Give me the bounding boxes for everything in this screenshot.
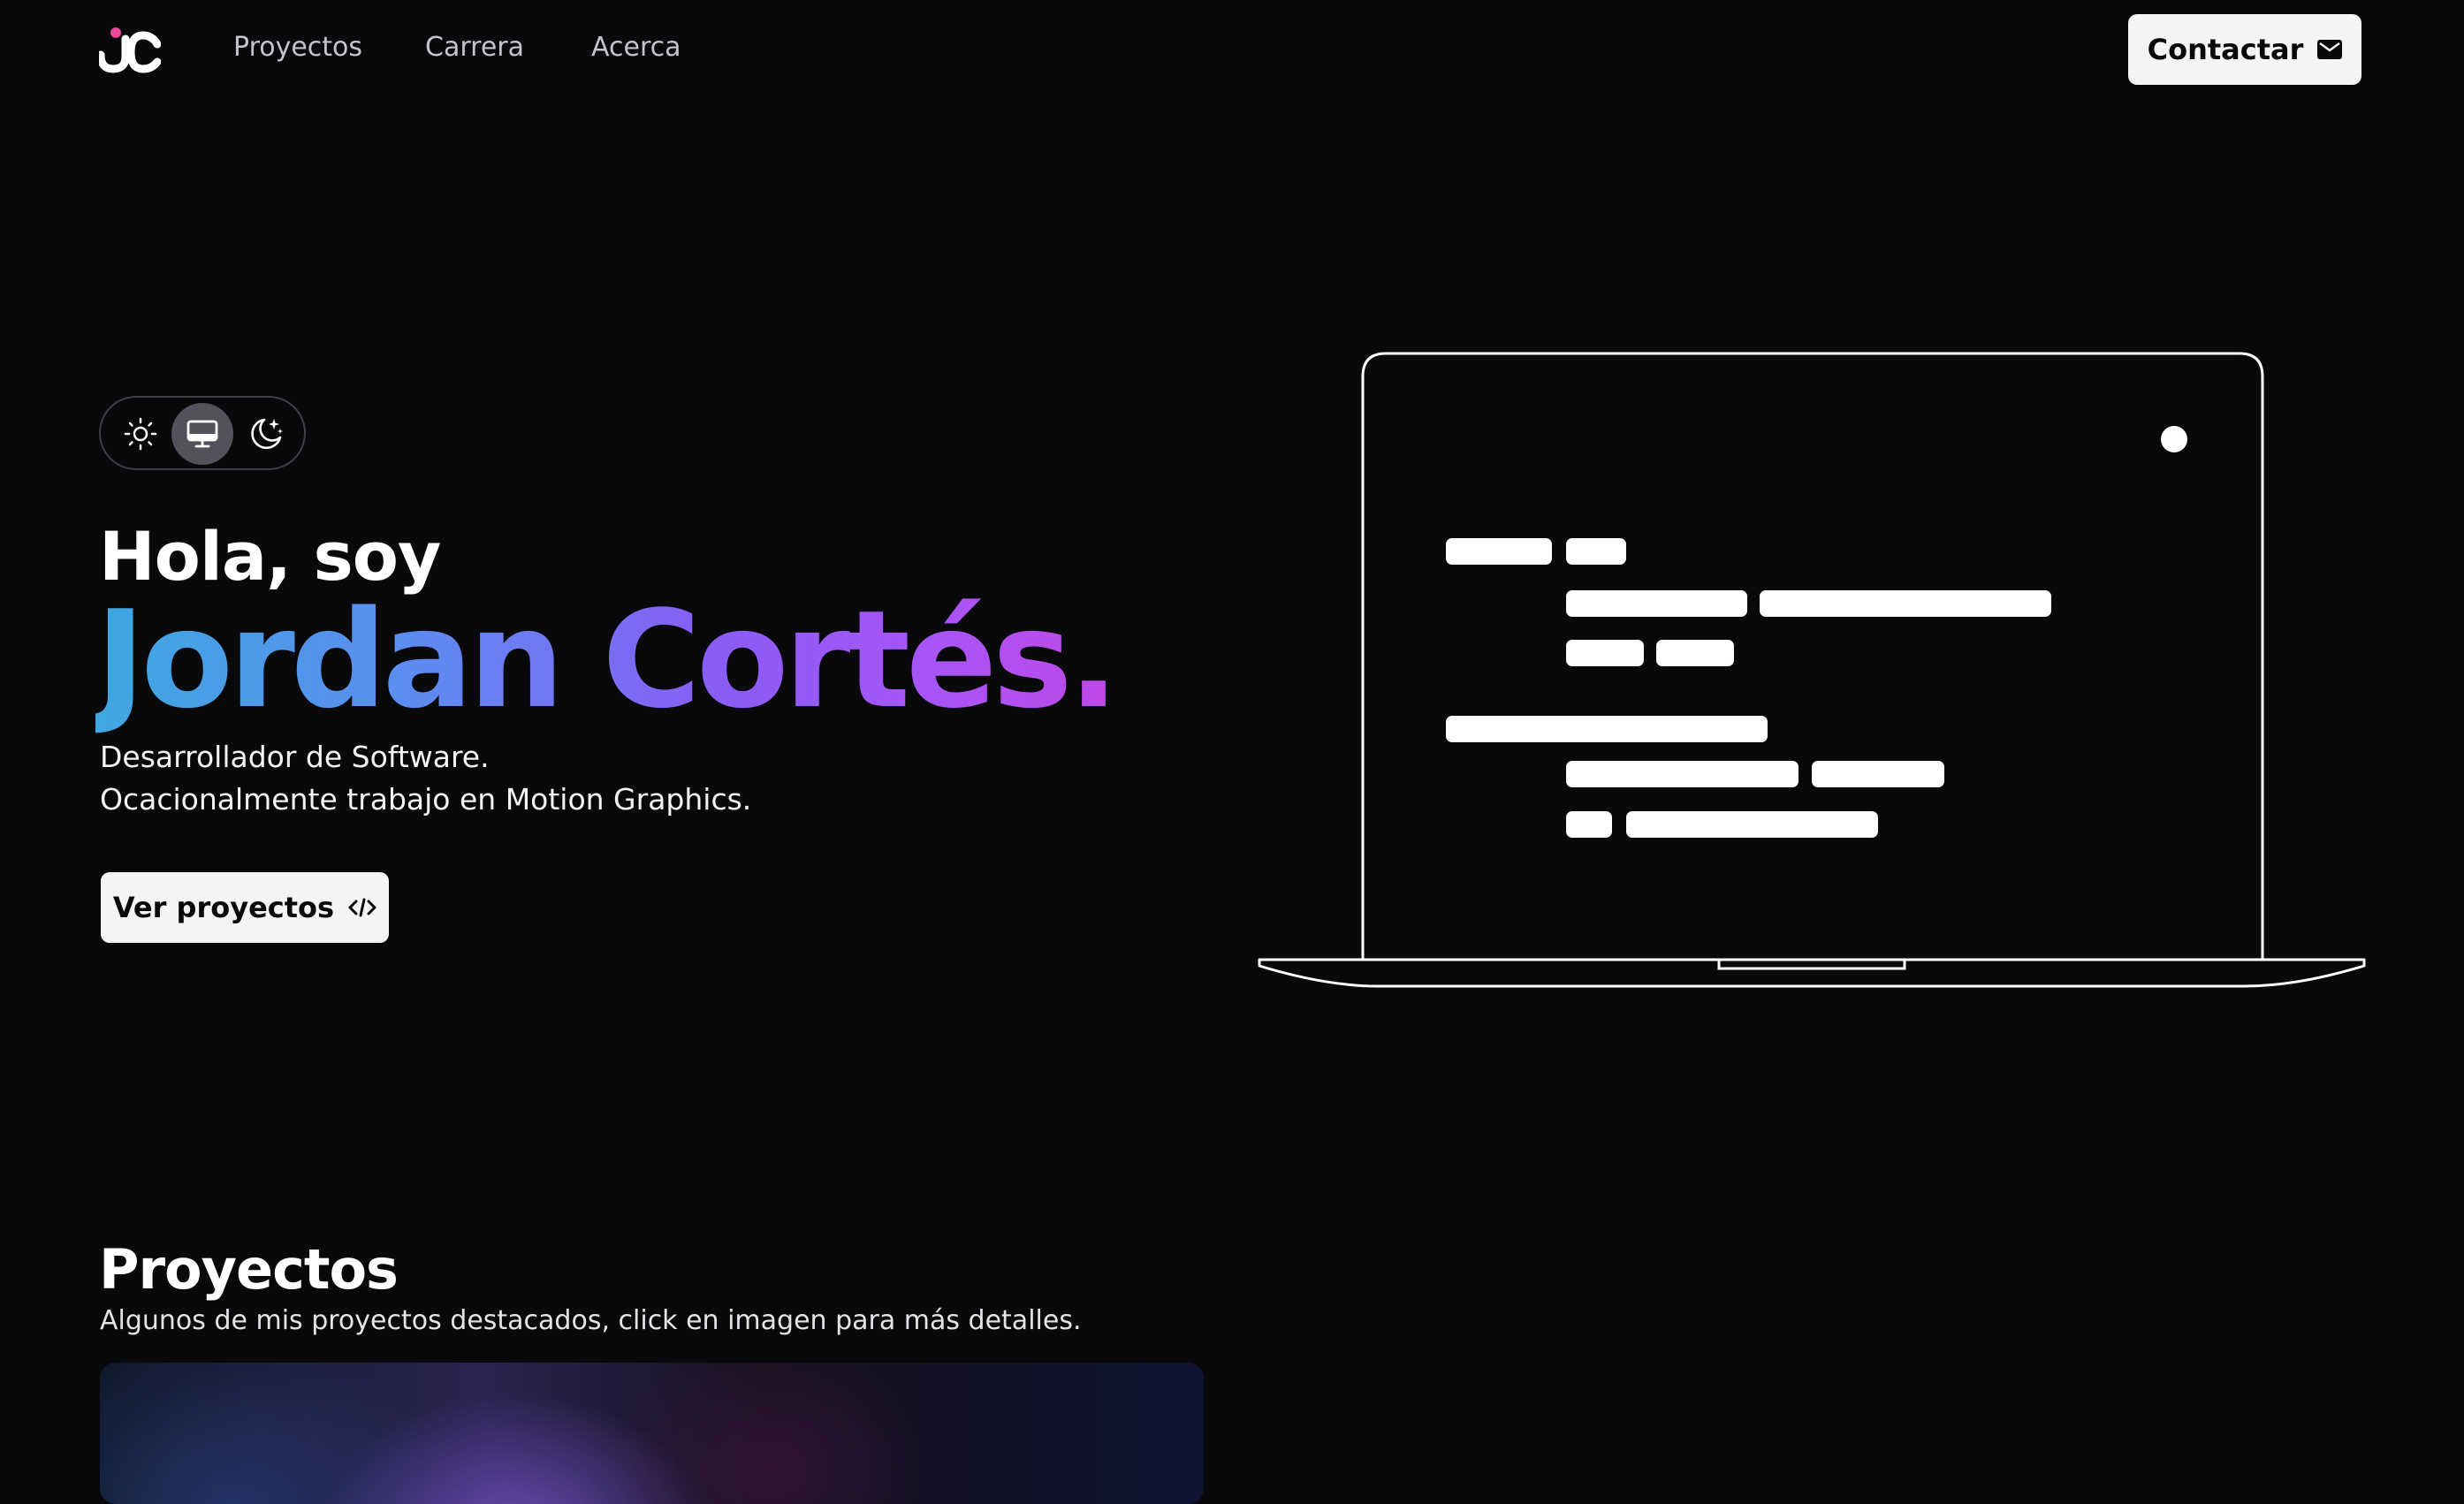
logo[interactable] [99, 23, 161, 74]
nav-link-acerca[interactable]: Acerca [591, 32, 681, 63]
contact-button[interactable]: Contactar [2128, 14, 2361, 85]
theme-switcher [99, 396, 306, 470]
monitor-icon [186, 420, 218, 448]
project-card-image[interactable] [100, 1363, 1204, 1504]
projects-subtitle: Algunos de mis proyectos destacados, cli… [100, 1305, 1082, 1336]
projects-title: Proyectos [99, 1237, 399, 1302]
theme-dark-button[interactable] [235, 403, 297, 465]
theme-system-button[interactable] [171, 403, 233, 465]
moon-stars-icon [251, 418, 283, 450]
theme-light-button[interactable] [110, 403, 171, 465]
nav-link-carrera[interactable]: Carrera [425, 32, 524, 63]
view-projects-label: Ver proyectos [112, 891, 335, 924]
webcam-dot [2161, 426, 2187, 452]
mail-icon [2317, 40, 2343, 59]
hero-tagline-2: Ocacionalmente trabajo en Motion Graphic… [100, 782, 752, 817]
sun-icon [124, 417, 157, 451]
hero-name: Jordan Cortés. [95, 581, 1119, 738]
contact-button-label: Contactar [2147, 33, 2304, 66]
code-icon [348, 898, 376, 917]
hero-tagline-1: Desarrollador de Software. [100, 740, 490, 774]
nav-link-proyectos[interactable]: Proyectos [233, 32, 362, 63]
laptop-illustration [1258, 352, 2366, 988]
view-projects-button[interactable]: Ver proyectos [101, 872, 389, 943]
code-lines [1446, 538, 2051, 838]
